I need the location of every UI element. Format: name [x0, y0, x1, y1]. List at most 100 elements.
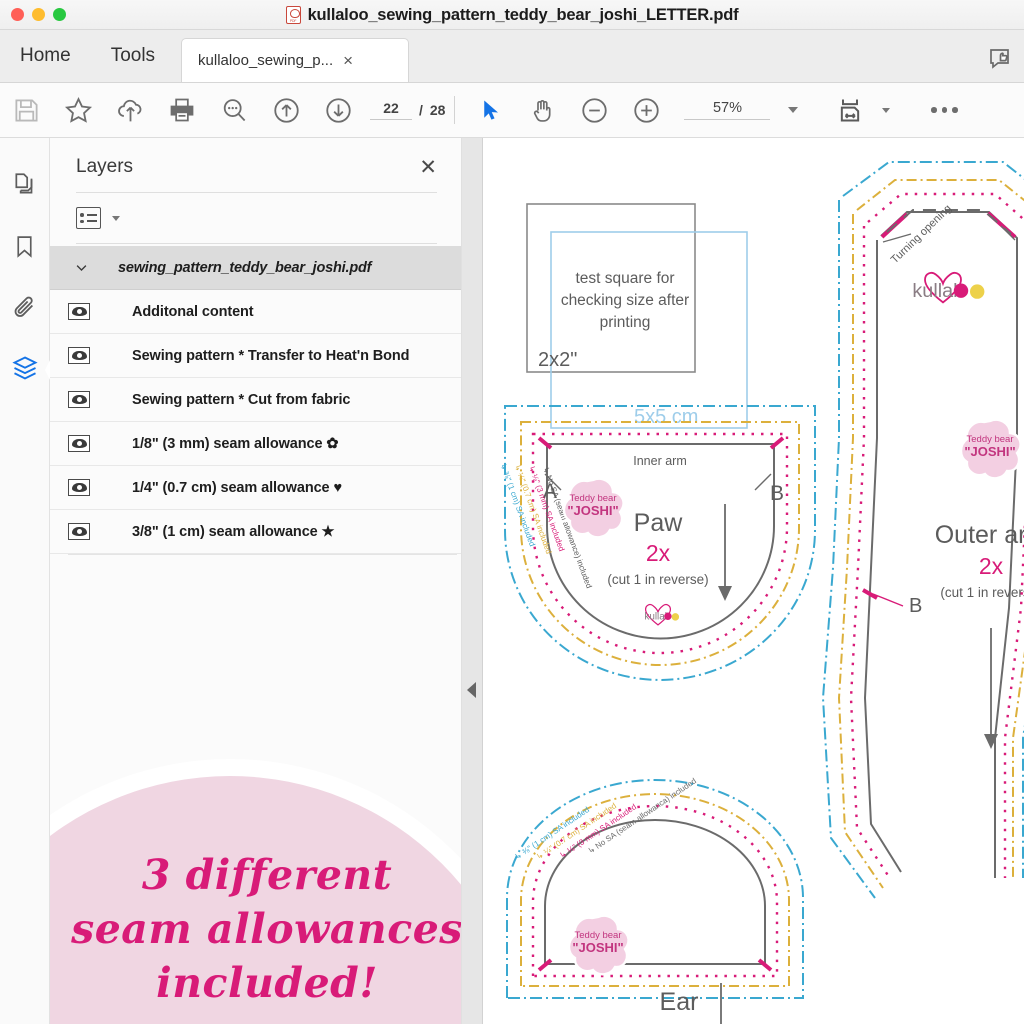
svg-text:kullal: kullal	[644, 611, 667, 622]
fit-options-chevron-down-icon[interactable]	[882, 107, 891, 113]
print-icon[interactable]	[156, 83, 208, 138]
pattern-piece-outer-arm: Turning opening kullal Teddy bear "JOSHI…	[821, 161, 1024, 899]
paw-piece-name: Paw	[634, 509, 684, 537]
page-navigation: 22 / 28	[370, 100, 445, 120]
promo-content: 3 different seam allowances included! (c…	[50, 848, 462, 1024]
save-icon[interactable]	[0, 83, 52, 138]
layer-options-icon[interactable]	[76, 207, 101, 229]
zoom-out-icon[interactable]	[568, 83, 620, 138]
promo-line-2: seam allowances	[71, 905, 462, 954]
panel-resize-strip[interactable]	[462, 138, 483, 1024]
attachments-icon[interactable]	[7, 290, 43, 326]
test-square-line-1: test square for	[575, 270, 674, 287]
test-square-cm-label: 5x5 cm	[634, 406, 698, 428]
layer-row[interactable]: 1/8" (3 mm) seam allowance ✿	[50, 422, 461, 466]
close-icon[interactable]: ×	[343, 52, 353, 69]
layers-panel-header: Layers ✕	[50, 138, 461, 178]
toolbar-divider	[454, 96, 456, 124]
acrobat-window: kullaloo_sewing_pattern_teddy_bear_joshi…	[0, 0, 1024, 1024]
tab-home[interactable]: Home	[0, 29, 91, 82]
test-square-group: test square for checking size after prin…	[526, 203, 748, 429]
test-square-line-2: checking size after	[561, 292, 689, 309]
chevron-down-icon[interactable]	[788, 107, 799, 113]
layer-visibility-eye-icon[interactable]	[68, 479, 90, 496]
pdf-page-view[interactable]: test square for checking size after prin…	[483, 138, 1024, 1024]
svg-text:"JOSHI": "JOSHI"	[572, 940, 623, 955]
layer-visibility-eye-icon[interactable]	[68, 435, 90, 452]
test-square-line-3: printing	[600, 314, 651, 331]
paw-badge: Teddy bear "JOSHI"	[562, 477, 625, 539]
tab-tools[interactable]: Tools	[91, 29, 175, 82]
zoom-control: 57%	[684, 100, 799, 120]
tab-bar: Home Tools kullaloo_sewing_p... ×	[0, 30, 1024, 83]
panel-divider-2	[76, 243, 437, 244]
document-tab[interactable]: kullaloo_sewing_p... ×	[181, 38, 410, 82]
layer-group-row[interactable]: sewing_pattern_teddy_bear_joshi.pdf	[50, 246, 461, 290]
document-tab-label: kullaloo_sewing_p...	[198, 52, 334, 69]
outer-arm-note: (cut 1 in reverse)	[940, 585, 1024, 600]
ear-piece-name: Ear	[660, 988, 699, 1016]
pdf-page-artwork: test square for checking size after prin…	[498, 161, 1024, 1024]
next-page-icon[interactable]	[312, 83, 364, 138]
fit-page-width-icon[interactable]	[824, 83, 876, 138]
layer-label: 1/4" (0.7 cm) seam allowance ♥	[132, 479, 342, 496]
hand-pan-icon[interactable]	[516, 83, 568, 138]
ear-quantity: 4x	[667, 1020, 692, 1024]
layer-label: 3/8" (1 cm) seam allowance ★	[132, 523, 335, 540]
paw-note: (cut 1 in reverse)	[607, 572, 708, 587]
layer-row[interactable]: 1/4" (0.7 cm) seam allowance ♥	[50, 466, 461, 510]
chevron-down-icon[interactable]	[68, 260, 94, 275]
layer-options-chevron-down-icon[interactable]	[112, 215, 120, 221]
svg-text:"JOSHI": "JOSHI"	[567, 503, 618, 518]
outer-arm-badge: Teddy bear "JOSHI"	[959, 418, 1022, 480]
layer-visibility-eye-icon[interactable]	[68, 523, 90, 540]
outer-arm-marker-b: B	[909, 595, 922, 617]
svg-text:kullal: kullal	[912, 280, 957, 302]
layer-list-end-divider	[68, 554, 457, 555]
collapse-panel-arrow-icon[interactable]	[467, 682, 476, 698]
layer-list: sewing_pattern_teddy_bear_joshi.pdf Addi…	[50, 246, 461, 555]
pattern-piece-ear: ↳ ⅜" (1 cm) SA included ↳ ¼" (0.7 cm) SA…	[506, 776, 804, 1024]
layer-row[interactable]: Additonal content	[50, 290, 461, 334]
close-icon[interactable]: ✕	[419, 157, 437, 178]
navigation-rail	[0, 138, 59, 1024]
paw-marker-b: B	[770, 482, 784, 505]
pdf-file-icon	[285, 6, 301, 24]
thumbs-up-feedback-icon[interactable]	[980, 38, 1024, 80]
layer-label: 1/8" (3 mm) seam allowance ✿	[132, 435, 339, 452]
zoom-level-value[interactable]: 57%	[684, 100, 771, 120]
star-icon[interactable]	[52, 83, 104, 138]
paw-brand-logo: kullal	[644, 603, 680, 626]
page-separator: /	[419, 102, 423, 118]
test-square-inch-label: 2x2"	[538, 349, 577, 371]
window-title: kullaloo_sewing_pattern_teddy_bear_joshi…	[307, 5, 739, 24]
layer-group-name: sewing_pattern_teddy_bear_joshi.pdf	[118, 259, 372, 276]
page-number-input[interactable]: 22	[370, 100, 412, 120]
layer-visibility-eye-icon[interactable]	[68, 303, 90, 320]
layer-row[interactable]: Sewing pattern * Transfer to Heat'n Bond	[50, 334, 461, 378]
more-options-icon[interactable]	[918, 83, 970, 138]
outer-arm-piece-name: Outer arm	[935, 521, 1024, 549]
previous-page-icon[interactable]	[260, 83, 312, 138]
sidebar-item-layers[interactable]	[7, 342, 59, 398]
pattern-piece-paw: Inner arm A B ↳ No SA (seam allowance) i…	[498, 405, 816, 681]
layers-options-bar	[50, 193, 461, 243]
layer-visibility-eye-icon[interactable]	[68, 391, 90, 408]
layer-label: Sewing pattern * Transfer to Heat'n Bond	[132, 347, 410, 364]
zoom-in-icon[interactable]	[620, 83, 672, 138]
cursor-select-icon[interactable]	[464, 83, 516, 138]
window-titlebar: kullaloo_sewing_pattern_teddy_bear_joshi…	[0, 0, 1024, 30]
layer-row[interactable]: 3/8" (1 cm) seam allowance ★	[50, 510, 461, 554]
page-count: 28	[429, 102, 446, 118]
search-icon[interactable]	[208, 83, 260, 138]
layer-visibility-eye-icon[interactable]	[68, 347, 90, 364]
main-toolbar: 22 / 28 57%	[0, 83, 1024, 138]
layer-row[interactable]: Sewing pattern * Cut from fabric	[50, 378, 461, 422]
ear-sa-labels: ↳ ⅜" (1 cm) SA included ↳ ¼" (0.7 cm) SA…	[513, 776, 698, 861]
page-thumbnails-icon[interactable]	[7, 166, 43, 202]
promo-line-3: included!	[156, 959, 378, 1008]
layer-label: Sewing pattern * Cut from fabric	[132, 391, 351, 408]
ear-badge: Teddy bear "JOSHI"	[567, 914, 630, 976]
upload-cloud-icon[interactable]	[104, 83, 156, 138]
bookmarks-icon[interactable]	[7, 228, 43, 264]
